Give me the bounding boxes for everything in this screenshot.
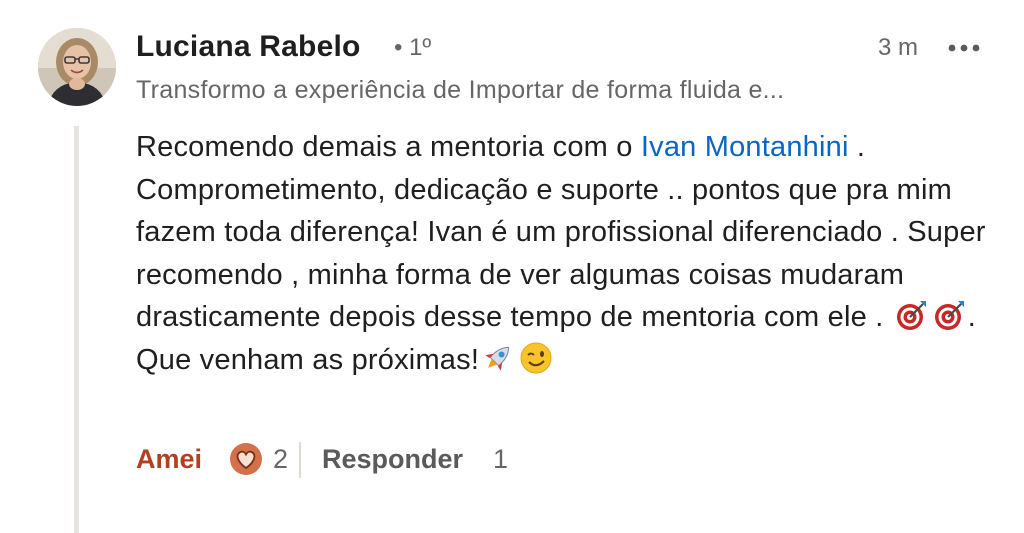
- dart-target-emoji-icon: [932, 298, 966, 332]
- comment-text-part1: Recomendo demais a mentoria com o: [136, 131, 641, 163]
- reply-count[interactable]: 1: [493, 444, 508, 475]
- heart-reaction-icon[interactable]: [229, 442, 263, 476]
- comment-time: 3 m: [877, 34, 918, 61]
- author-name[interactable]: Luciana Rabelo: [136, 30, 361, 64]
- action-divider: [299, 442, 301, 478]
- mention-link[interactable]: Ivan Montanhini: [641, 131, 849, 163]
- comment-card: Luciana Rabelo • 1º 3 m Transformo a exp…: [0, 0, 1024, 533]
- reaction-count: 2: [273, 444, 289, 474]
- like-button[interactable]: Amei: [136, 444, 202, 475]
- profile-photo: [38, 28, 116, 106]
- reply-button[interactable]: Responder: [322, 444, 463, 475]
- rocket-emoji-icon: [481, 341, 515, 375]
- more-horizontal-icon[interactable]: [944, 34, 984, 62]
- author-headline: Transformo a experiência de Importar de …: [136, 76, 785, 104]
- comment-header: Luciana Rabelo • 1º 3 m: [136, 28, 984, 68]
- dart-target-emoji-icon: [894, 298, 928, 332]
- connection-degree: • 1º: [394, 34, 432, 61]
- avatar[interactable]: [38, 28, 116, 106]
- winking-face-emoji-icon: [519, 341, 553, 375]
- thread-line: [74, 126, 79, 533]
- comment-body: Recomendo demais a mentoria com o Ivan M…: [136, 126, 996, 381]
